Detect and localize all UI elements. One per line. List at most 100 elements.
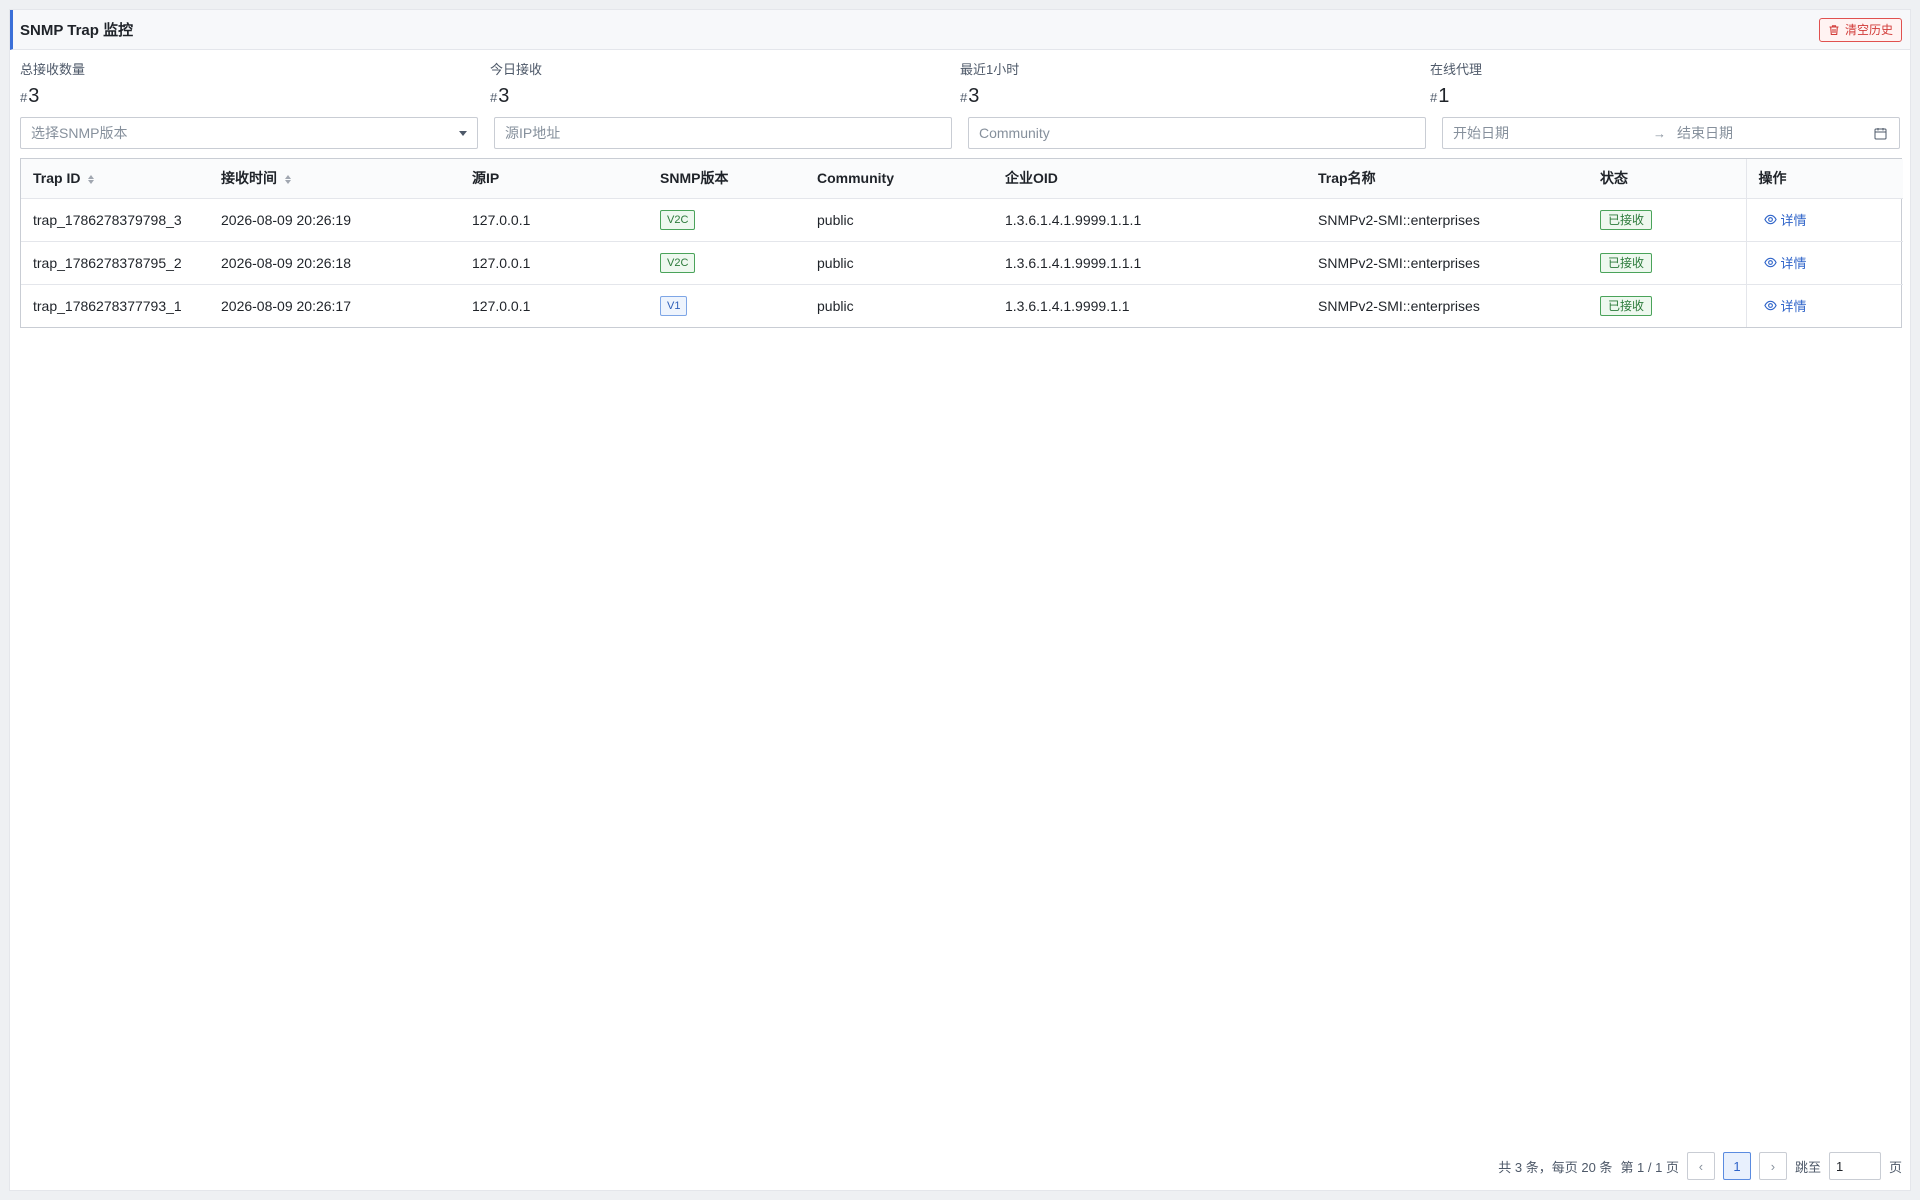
- date-range-picker[interactable]: 开始日期 → 结束日期: [1442, 117, 1900, 149]
- stat-value: 3: [28, 85, 40, 107]
- detail-label: 详情: [1780, 256, 1807, 271]
- clear-history-label: 清空历史: [1844, 23, 1893, 37]
- hash-icon: #: [960, 90, 968, 105]
- detail-button[interactable]: 详情: [1763, 296, 1807, 315]
- stat-today-received: 今日接收 # 3: [490, 62, 960, 107]
- cell-trap-id: trap_1786278378795_2: [21, 241, 209, 285]
- cell-action: 详情: [1745, 241, 1903, 285]
- snmp-trap-panel: SNMP Trap 监控 清空历史 总接收数量 # 3 今日接收 # 3 最近1…: [9, 9, 1911, 1191]
- calendar-icon[interactable]: [1874, 127, 1887, 140]
- cell-community: public: [805, 198, 993, 242]
- trap-table: Trap ID 接收时间 源IP SNMP版本 Community 企业OID …: [20, 158, 1903, 328]
- column-label: Trap ID: [33, 170, 81, 187]
- stat-value: 3: [498, 85, 510, 107]
- trash-icon: [1829, 24, 1839, 35]
- column-header-received-time[interactable]: 接收时间: [209, 159, 460, 199]
- stat-last-hour: 最近1小时 # 3: [960, 62, 1430, 107]
- cell-trap-id: trap_1786278377793_1: [33, 297, 182, 314]
- page-button-1[interactable]: 1: [1722, 1152, 1751, 1180]
- next-page-button[interactable]: ›: [1758, 1152, 1787, 1180]
- column-header-trap-id[interactable]: Trap ID: [21, 159, 209, 199]
- snmp-version-select[interactable]: 选择SNMP版本: [20, 117, 478, 149]
- clear-history-button[interactable]: 清空历史: [1818, 17, 1902, 42]
- column-header-action: 操作: [1745, 159, 1903, 199]
- table-row: trap_1786278377793_1 2026-08-09 20:26:17…: [21, 284, 1903, 327]
- stat-value-wrap: # 3: [960, 85, 1430, 107]
- table-row: trap_1786278379798_3 2026-08-09 20:26:19…: [21, 198, 1903, 242]
- version-badge: V2C: [660, 252, 696, 273]
- pagination-summary: 共 3 条，每页 20 条: [1498, 1159, 1613, 1175]
- stat-total-received: 总接收数量 # 3: [20, 62, 490, 107]
- cell-enterprise-oid: 1.3.6.1.4.1.9999.1.1.1: [993, 198, 1306, 242]
- status-badge: 已接收: [1600, 252, 1653, 273]
- column-label: 接收时间: [221, 170, 277, 187]
- cell-enterprise-oid: 1.3.6.1.4.1.9999.1.1: [1005, 297, 1130, 314]
- table-header-row: Trap ID 接收时间 源IP SNMP版本 Community 企业OID …: [21, 159, 1903, 199]
- prev-page-button[interactable]: ‹: [1686, 1152, 1715, 1180]
- cell-source-ip: 127.0.0.1: [472, 297, 531, 314]
- stat-value-wrap: # 1: [1430, 85, 1900, 107]
- column-header-enterprise-oid: 企业OID: [993, 159, 1306, 199]
- community-field[interactable]: [968, 117, 1426, 149]
- column-header-source-ip: 源IP: [460, 159, 648, 199]
- jump-page-input[interactable]: [1828, 1152, 1881, 1180]
- stat-label: 总接收数量: [20, 62, 86, 77]
- stat-online-agents: 在线代理 # 1: [1430, 62, 1900, 107]
- cell-source-ip: 127.0.0.1: [460, 198, 648, 242]
- stat-label: 今日接收: [490, 62, 543, 77]
- column-header-snmp-version: SNMP版本: [648, 159, 805, 199]
- detail-button[interactable]: 详情: [1763, 253, 1807, 272]
- arrow-right-icon: →: [1653, 125, 1666, 141]
- cell-trap-name: SNMPv2-SMI::enterprises: [1306, 241, 1588, 285]
- eye-icon: [1763, 301, 1777, 311]
- chevron-down-icon: [459, 131, 467, 136]
- stat-label: 在线代理: [1430, 62, 1483, 77]
- cell-snmp-version: V2C: [648, 241, 805, 285]
- cell-trap-name: SNMPv2-SMI::enterprises: [1318, 297, 1480, 314]
- stat-value-wrap: # 3: [20, 85, 490, 107]
- eye-icon: [1763, 257, 1777, 268]
- snmp-version-placeholder: 选择SNMP版本: [31, 125, 128, 141]
- cell-status: 已接收: [1588, 198, 1746, 242]
- pagination: 共 3 条，每页 20 条 第 1 / 1 页 ‹ 1 › 跳至 页: [1498, 1152, 1902, 1180]
- stat-value-wrap: # 3: [490, 85, 960, 107]
- source-ip-field[interactable]: [494, 117, 952, 149]
- version-badge: V2C: [660, 209, 696, 230]
- cell-enterprise-oid: 1.3.6.1.4.1.9999.1.1.1: [993, 241, 1306, 285]
- eye-icon: [1763, 214, 1777, 225]
- stat-value: 3: [968, 85, 980, 107]
- community-input[interactable]: [979, 125, 1415, 141]
- sort-icon[interactable]: [88, 175, 95, 185]
- page-suffix: 页: [1888, 1159, 1902, 1175]
- source-ip-input[interactable]: [505, 125, 941, 141]
- detail-button[interactable]: 详情: [1763, 210, 1807, 229]
- version-badge: V1: [660, 295, 688, 316]
- hash-icon: #: [1430, 90, 1438, 105]
- cell-source-ip: 127.0.0.1: [460, 241, 648, 285]
- detail-label: 详情: [1780, 213, 1807, 228]
- cell-received-time: 2026-08-09 20:26:17: [221, 297, 351, 314]
- cell-community: public: [817, 297, 854, 314]
- cell-action: 详情: [1745, 284, 1903, 327]
- page-title: SNMP Trap 监控: [20, 22, 134, 39]
- cell-received-time: 2026-08-09 20:26:18: [209, 241, 460, 285]
- start-date-input[interactable]: 开始日期: [1453, 123, 1653, 143]
- stat-label: 最近1小时: [960, 62, 1020, 77]
- column-header-status: 状态: [1588, 159, 1746, 199]
- cell-snmp-version: V2C: [648, 198, 805, 242]
- pagination-page-info: 第 1 / 1 页: [1620, 1159, 1679, 1175]
- cell-received-time: 2026-08-09 20:26:19: [209, 198, 460, 242]
- cell-status: 已接收: [1588, 241, 1746, 285]
- end-date-input[interactable]: 结束日期: [1677, 123, 1877, 143]
- cell-community: public: [805, 241, 993, 285]
- stats-row: 总接收数量 # 3 今日接收 # 3 最近1小时 # 3 在线代理 # 1: [10, 62, 1910, 107]
- sort-icon[interactable]: [284, 175, 291, 185]
- hash-icon: #: [20, 90, 28, 105]
- panel-header: SNMP Trap 监控 清空历史: [10, 10, 1910, 50]
- cell-trap-name: SNMPv2-SMI::enterprises: [1306, 198, 1588, 242]
- status-badge: 已接收: [1600, 209, 1653, 230]
- column-header-community: Community: [805, 159, 993, 199]
- column-header-trap-name: Trap名称: [1306, 159, 1588, 199]
- table-row: trap_1786278378795_2 2026-08-09 20:26:18…: [21, 241, 1903, 285]
- stat-value: 1: [1438, 85, 1450, 107]
